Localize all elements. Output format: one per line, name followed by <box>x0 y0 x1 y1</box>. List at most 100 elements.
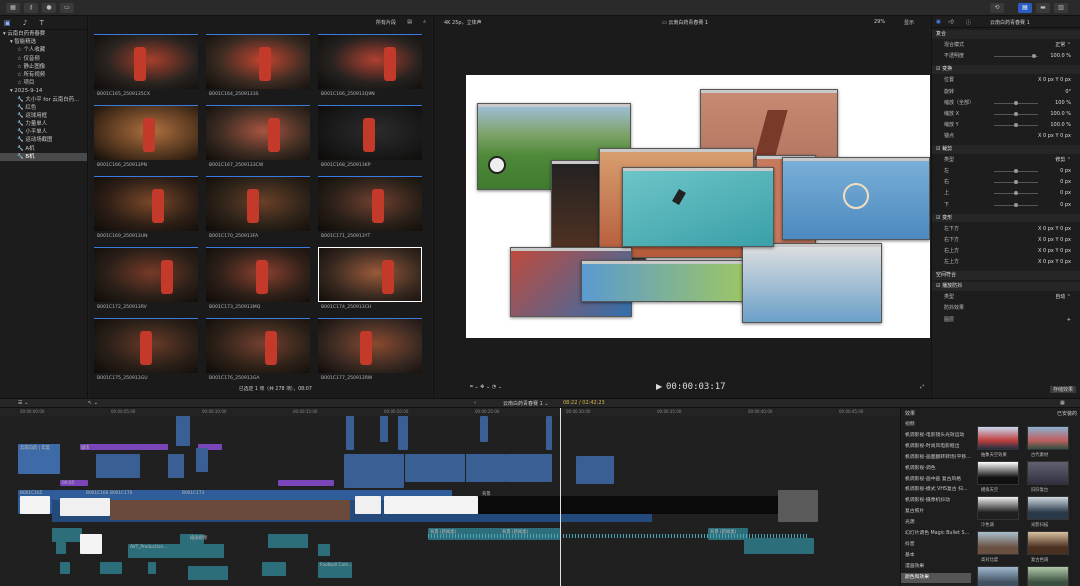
effects-browser-icon[interactable]: ▦ <box>1060 400 1065 406</box>
key-icon[interactable]: ⚷ <box>24 3 38 13</box>
effect-thumbnail[interactable] <box>977 566 1019 586</box>
effects-category[interactable]: 复古照片 <box>901 507 971 517</box>
clip-thumbnail[interactable] <box>206 176 310 231</box>
play-icon[interactable]: ▶ <box>656 382 662 391</box>
inspector-slider[interactable] <box>994 191 1038 196</box>
library-item[interactable]: ▾ 智能精选 <box>0 38 87 46</box>
connected-clip[interactable] <box>576 456 614 484</box>
inspector-row[interactable]: 左下方 X 0 px Y 0 px <box>932 225 1080 234</box>
effects-category[interactable]: 帆调影视-时尚风电影框出 <box>901 442 971 452</box>
inspector-slider[interactable] <box>994 122 1038 127</box>
effects-category[interactable]: 帆调影视-画中画 复古风格 <box>901 475 971 485</box>
clip-thumbnail[interactable] <box>94 247 198 302</box>
connected-clip[interactable] <box>405 454 465 482</box>
inspector-row[interactable]: ☑ 裁剪 <box>932 145 1080 154</box>
audio-clip[interactable] <box>268 534 308 548</box>
clip-thumbnail[interactable] <box>318 176 422 231</box>
audio-clip[interactable] <box>56 542 66 554</box>
layout-inspector-icon[interactable]: ▥ <box>1054 3 1068 13</box>
inspector-row[interactable]: 不透明度 100.0 % <box>932 52 1080 61</box>
connected-clip[interactable] <box>118 454 140 478</box>
library-item[interactable]: ☆ 个人收藏 <box>0 46 87 54</box>
inspector-row[interactable]: 旋转 0° <box>932 88 1080 97</box>
inspector-row[interactable]: ☑ 变形 <box>932 213 1080 223</box>
zoom-menu[interactable]: 29% <box>874 19 885 25</box>
audio-inspector-icon[interactable]: ◁) <box>948 19 954 25</box>
browser-filter[interactable]: 所有片段 <box>376 19 396 26</box>
effects-category[interactable]: 帆调影视-电影镜头光效运动 <box>901 431 971 441</box>
storyline-clip[interactable] <box>384 496 478 514</box>
inspector-row[interactable]: 右上方 X 0 px Y 0 px <box>932 247 1080 256</box>
effect-thumbnail[interactable] <box>977 531 1019 555</box>
clip-thumbnail[interactable] <box>318 318 422 373</box>
slider-knob[interactable] <box>1014 111 1018 116</box>
connected-clip[interactable] <box>380 416 388 442</box>
effects-category[interactable]: 光源 <box>901 518 971 528</box>
connected-clip[interactable] <box>168 454 184 478</box>
clip-thumbnail[interactable] <box>94 176 198 231</box>
share-icon[interactable]: ▭ <box>60 3 74 13</box>
timeline[interactable]: 云南白药 | 年度 城市 00:05 B001C165 B001C166 B001C170… <box>0 408 900 586</box>
connected-clip[interactable] <box>176 416 190 446</box>
clip-thumbnail[interactable] <box>206 318 310 373</box>
library-item[interactable]: 🔧 运球用框 <box>0 112 87 120</box>
slider-knob[interactable] <box>1014 122 1018 127</box>
inspector-row[interactable]: 类型 自动 ⌃ <box>932 293 1080 302</box>
library-item[interactable]: 🔧 B机 <box>0 152 87 161</box>
effects-category[interactable]: 幻灯片调色 Magic Bullet S… <box>901 529 971 539</box>
timeline-project-name[interactable]: 云南白药青春赛 1 ⌄ <box>503 400 549 407</box>
storyline-clip[interactable] <box>478 496 778 514</box>
audio-clip[interactable] <box>188 566 228 580</box>
effect-thumbnail[interactable] <box>1027 566 1069 586</box>
viewer-canvas[interactable] <box>466 75 930 338</box>
inspector-slider[interactable] <box>994 111 1038 116</box>
inspector-slider[interactable] <box>994 180 1038 185</box>
connected-clip[interactable] <box>346 416 354 450</box>
clip-thumbnail[interactable] <box>94 318 198 373</box>
effect-thumbnail[interactable] <box>1027 496 1069 520</box>
effects-category[interactable]: 视频 <box>901 420 971 430</box>
inspector-row[interactable]: 类型 修剪 ⌃ <box>932 156 1080 165</box>
inspector-slider[interactable] <box>994 169 1038 174</box>
effects-category[interactable]: 颜色和效果 <box>901 572 971 583</box>
inspector-row[interactable]: 混合模式 正常 ⌃ <box>932 41 1080 50</box>
inspector-row[interactable]: 下 0 px <box>932 201 1080 210</box>
audio-clip[interactable] <box>262 562 286 576</box>
effect-thumbnail[interactable] <box>1027 426 1069 450</box>
effects-category[interactable]: 漫画效果 <box>901 562 971 572</box>
inspector-row[interactable]: 复合 <box>932 30 1080 39</box>
photos-tab-icon[interactable]: ♪ <box>23 19 27 27</box>
clip-thumbnail[interactable] <box>206 247 310 302</box>
inspector-row[interactable]: 左上方 X 0 px Y 0 px <box>932 258 1080 267</box>
inspector-row[interactable]: 右下方 X 0 px Y 0 px <box>932 236 1080 245</box>
storyline-clip[interactable] <box>778 490 818 522</box>
connected-clip[interactable] <box>480 416 488 442</box>
film-icon[interactable]: ▦ <box>6 3 20 13</box>
index-icon[interactable]: ☰ ⌄ <box>18 400 28 406</box>
layout-timeline-icon[interactable]: ▬ <box>1036 3 1050 13</box>
effect-thumbnail[interactable] <box>1027 531 1069 555</box>
back-icon[interactable]: ‹ <box>474 400 476 406</box>
inspector-row[interactable]: 左 0 px <box>932 167 1080 176</box>
connected-clip[interactable] <box>466 454 506 482</box>
video-window-basket[interactable] <box>782 157 930 240</box>
inspector-slider[interactable] <box>994 202 1038 207</box>
filmstrip-icon[interactable]: ▤ <box>407 19 412 25</box>
video-window-climbing[interactable] <box>622 167 774 247</box>
clip-thumbnail[interactable] <box>94 34 198 89</box>
effect-thumbnail[interactable] <box>977 461 1019 485</box>
connected-clip[interactable] <box>506 454 552 482</box>
effects-category[interactable]: 帆调影视-画面翻转转场(平移… <box>901 453 971 463</box>
inspector-row[interactable]: ☑ 变换 <box>932 65 1080 74</box>
storyline-clip[interactable] <box>60 498 110 516</box>
clip-thumbnail[interactable] <box>94 105 198 160</box>
connected-clip[interactable] <box>344 454 404 488</box>
inspector-slider[interactable] <box>994 100 1038 105</box>
slider-knob[interactable] <box>1032 54 1036 59</box>
timeline-ruler[interactable]: 00:00:00:00 00:00:05:00 00:00:10:00 00:00:1… <box>0 408 954 416</box>
clip-thumbnail[interactable] <box>206 105 310 160</box>
search-icon[interactable]: ⌕ <box>423 19 426 25</box>
storyline-clip[interactable] <box>355 496 381 514</box>
effect-thumbnail[interactable] <box>977 426 1019 450</box>
display-menu[interactable]: 显示 <box>904 19 914 26</box>
